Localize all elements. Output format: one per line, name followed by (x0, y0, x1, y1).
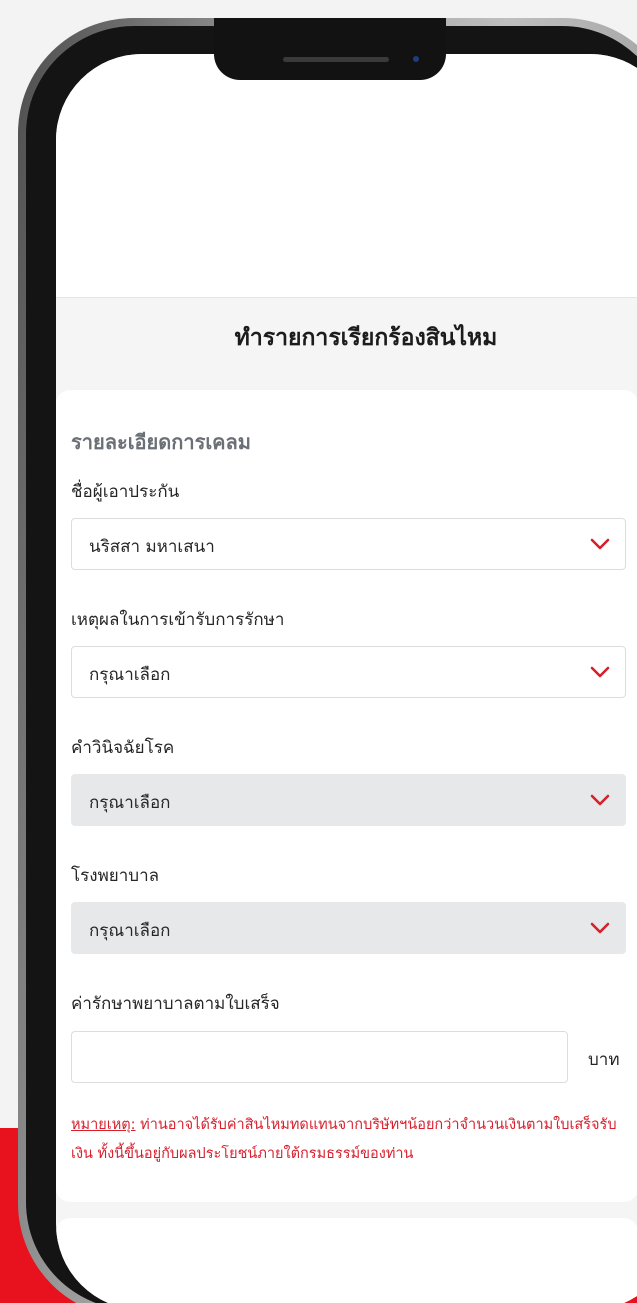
hospital-label: โรงพยาบาล (71, 866, 160, 886)
speaker-grille (283, 57, 389, 62)
phone-notch (214, 18, 446, 80)
chevron-down-icon (590, 538, 610, 550)
note-title: หมายเหตุ: (71, 1117, 136, 1133)
treatment-reason-select[interactable]: กรุณาเลือก (71, 646, 626, 698)
chevron-down-icon (590, 794, 610, 806)
hospital-value: กรุณาเลือก (89, 921, 171, 941)
chevron-down-icon (590, 666, 610, 678)
hospital-select[interactable]: กรุณาเลือก (71, 902, 626, 954)
insured-name-select[interactable]: นริสสา มหาเสนา (71, 518, 626, 570)
header-blank-area (56, 54, 637, 298)
insured-name-label: ชื่อผู้เอาประกัน (71, 482, 180, 502)
treatment-reason-label: เหตุผลในการเข้ารับการรักษา (71, 610, 285, 630)
amount-unit: บาท (588, 1050, 620, 1070)
disclaimer-note: หมายเหตุ: ท่านอาจได้รับค่าสินไหมทดแทนจาก… (71, 1111, 631, 1169)
next-card (56, 1218, 637, 1303)
claim-details-card: รายละเอียดการเคลม ชื่อผู้เอาประกัน นริสส… (56, 390, 637, 1202)
diagnosis-label: คำวินิจฉัยโรค (71, 738, 175, 758)
section-title: รายละเอียดการเคลม (71, 430, 251, 454)
diagnosis-select[interactable]: กรุณาเลือก (71, 774, 626, 826)
diagnosis-value: กรุณาเลือก (89, 793, 171, 813)
phone-screen: ทำรายการเรียกร้องสินไหม รายละเอียดการเคล… (56, 54, 637, 1303)
front-camera (413, 56, 419, 62)
page-title: ทำรายการเรียกร้องสินไหม (234, 325, 498, 351)
amount-label: ค่ารักษาพยาบาลตามใบเสร็จ (71, 994, 280, 1014)
stage: ทำรายการเรียกร้องสินไหม รายละเอียดการเคล… (0, 0, 637, 1303)
treatment-reason-value: กรุณาเลือก (89, 665, 171, 685)
note-text: ท่านอาจได้รับค่าสินไหมทดแทนจากบริษัทฯน้อ… (71, 1117, 617, 1162)
chevron-down-icon (590, 922, 610, 934)
insured-name-value: นริสสา มหาเสนา (89, 537, 215, 557)
amount-input[interactable] (71, 1031, 568, 1083)
